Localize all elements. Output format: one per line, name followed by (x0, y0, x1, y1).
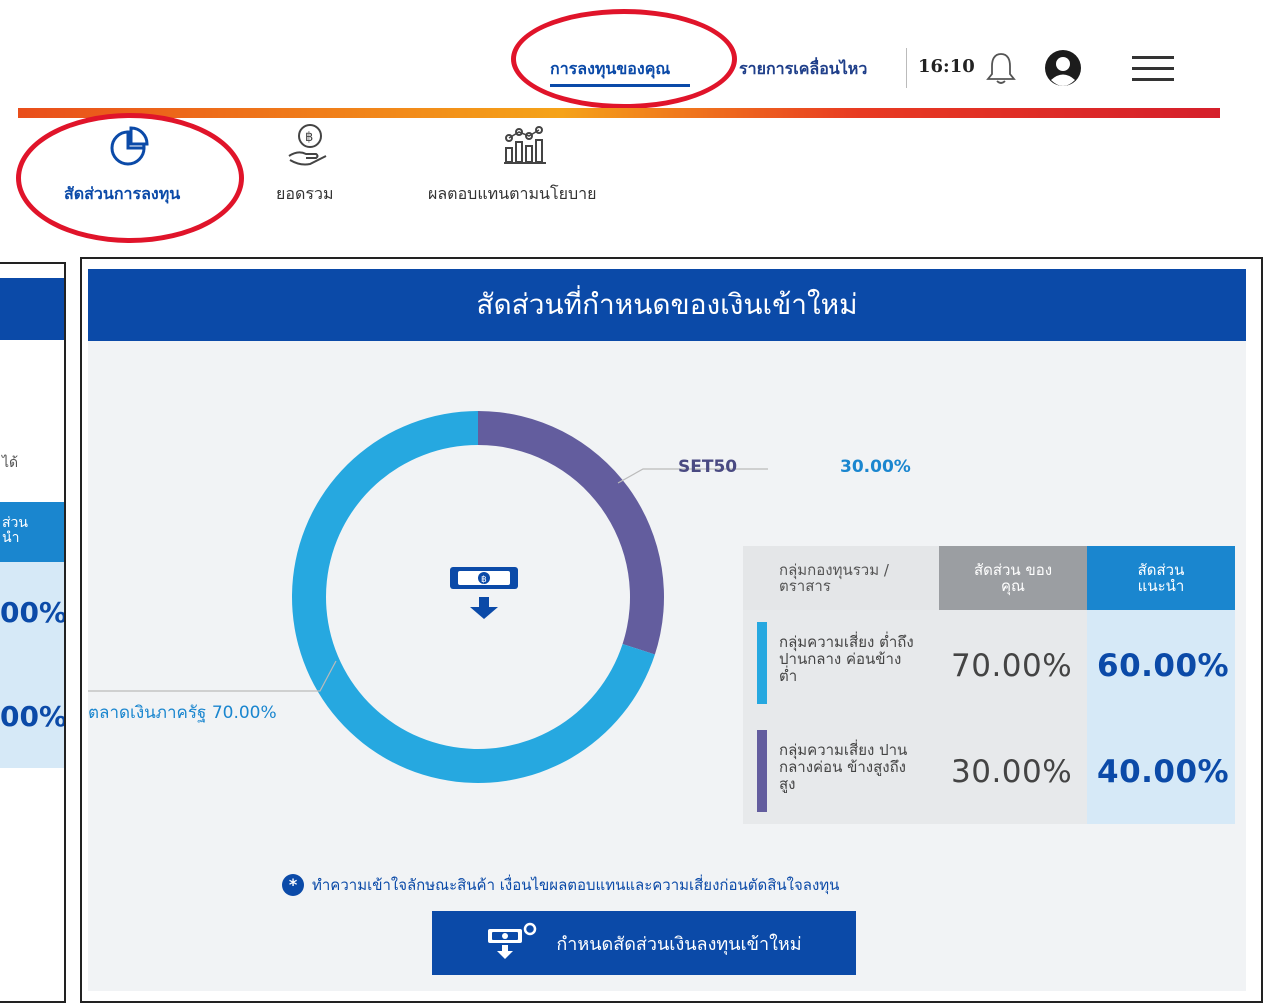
table-body-recommended (1087, 610, 1235, 824)
left-panel-col-header-line2: นำ (2, 530, 20, 546)
gov-market-leader-line (88, 660, 337, 692)
col-header-recommended: สัดส่วน แนะนำ (1087, 546, 1235, 610)
left-panel-value-2: 00% (0, 700, 66, 733)
panel-body: ฿ SET50 30.00% ตลาดเงินภาครัฐ 70.00% กลุ… (88, 341, 1246, 991)
allocation-table: กลุ่มกองทุนรวม / ตราสาร สัดส่วน ของคุณ ส… (743, 546, 1235, 824)
svg-text:฿: ฿ (305, 130, 313, 145)
panel-title: สัดส่วนที่กำหนดของเงินเข้าใหม่ (88, 269, 1246, 341)
col-header-recommended-text: สัดส่วน แนะนำ (1137, 561, 1185, 595)
row2-recommended-value: 40.00% (1097, 754, 1230, 790)
svg-text:฿: ฿ (481, 575, 487, 585)
money-deposit-icon: ฿ (444, 559, 524, 633)
gov-money-market-label: ตลาดเงินภาครัฐ 70.00% (88, 703, 277, 723)
left-panel-col-body (0, 562, 64, 768)
row2-your-value: 30.00% (951, 754, 1073, 790)
row2-group-label: กลุ่มความเสี่ยง ปานกลางค่อน ข้างสูงถึงสู… (779, 741, 908, 793)
subnav-label-returns: ผลตอบแทนตามนโยบาย (428, 184, 597, 203)
row1-color-bar (757, 622, 767, 704)
left-panel-col-header-line1: ส่วน (2, 515, 28, 531)
subnav-label-total: ยอดรวม (276, 184, 334, 203)
asterisk-icon: * (282, 874, 304, 896)
risk-notice-text: ทำความเข้าใจลักษณะสินค้า เงื่อนไขผลตอบแท… (312, 876, 840, 894)
left-panel-header (0, 278, 64, 340)
money-settings-icon (486, 921, 538, 965)
subnav-item-returns[interactable]: ผลตอบแทนตามนโยบาย (428, 120, 628, 210)
row1-recommended-value: 60.00% (1097, 648, 1230, 684)
clock-time: 16:10 (918, 56, 975, 77)
left-panel-col-header: ส่วน นำ (0, 502, 64, 562)
row1-group-label: กลุ่มความเสี่ยง ต่ำถึงปานกลาง ค่อนข้างต่… (779, 633, 914, 685)
col-header-group-text: กลุ่มกองทุนรวม / ตราสาร (779, 561, 889, 595)
risk-notice: * ทำความเข้าใจลักษณะสินค้า เงื่อนไขผลตอบ… (282, 873, 839, 897)
col-header-group: กลุ่มกองทุนรวม / ตราสาร (743, 546, 939, 610)
donut-chart (88, 411, 768, 783)
coin-hand-icon: ฿ (286, 122, 330, 172)
new-money-allocation-panel: สัดส่วนที่กำหนดของเงินเข้าใหม่ ฿ SET50 3… (80, 257, 1263, 1003)
left-panel-cropped: ได้ ส่วน นำ 00% 00% (0, 262, 66, 1003)
col-header-yours-text: สัดส่วน ของคุณ (973, 561, 1053, 595)
left-panel-value-1: 00% (0, 596, 66, 629)
set50-label: SET50 (678, 457, 738, 477)
highlight-circle-subnav (16, 113, 244, 243)
highlight-circle-top (511, 9, 737, 109)
row1-your-value: 70.00% (951, 648, 1073, 684)
bell-icon[interactable] (985, 50, 1017, 90)
hamburger-menu-icon[interactable] (1132, 56, 1174, 86)
left-panel-text: ได้ (2, 455, 19, 471)
nav-divider (906, 48, 907, 88)
tab-transactions[interactable]: รายการเคลื่อนไหว (739, 57, 867, 82)
subnav-item-total[interactable]: ฿ ยอดรวม (268, 120, 358, 210)
set50-value: 30.00% (840, 457, 911, 477)
col-header-yours: สัดส่วน ของคุณ (939, 546, 1087, 610)
row2-color-bar (757, 730, 767, 812)
avatar-icon[interactable] (1044, 49, 1082, 91)
bar-chart-icon (502, 122, 548, 172)
brand-gradient-bar (18, 108, 1220, 118)
set-new-allocation-label: กำหนดสัดส่วนเงินลงทุนเข้าใหม่ (556, 933, 802, 955)
set-new-allocation-button[interactable]: กำหนดสัดส่วนเงินลงทุนเข้าใหม่ (432, 911, 856, 975)
